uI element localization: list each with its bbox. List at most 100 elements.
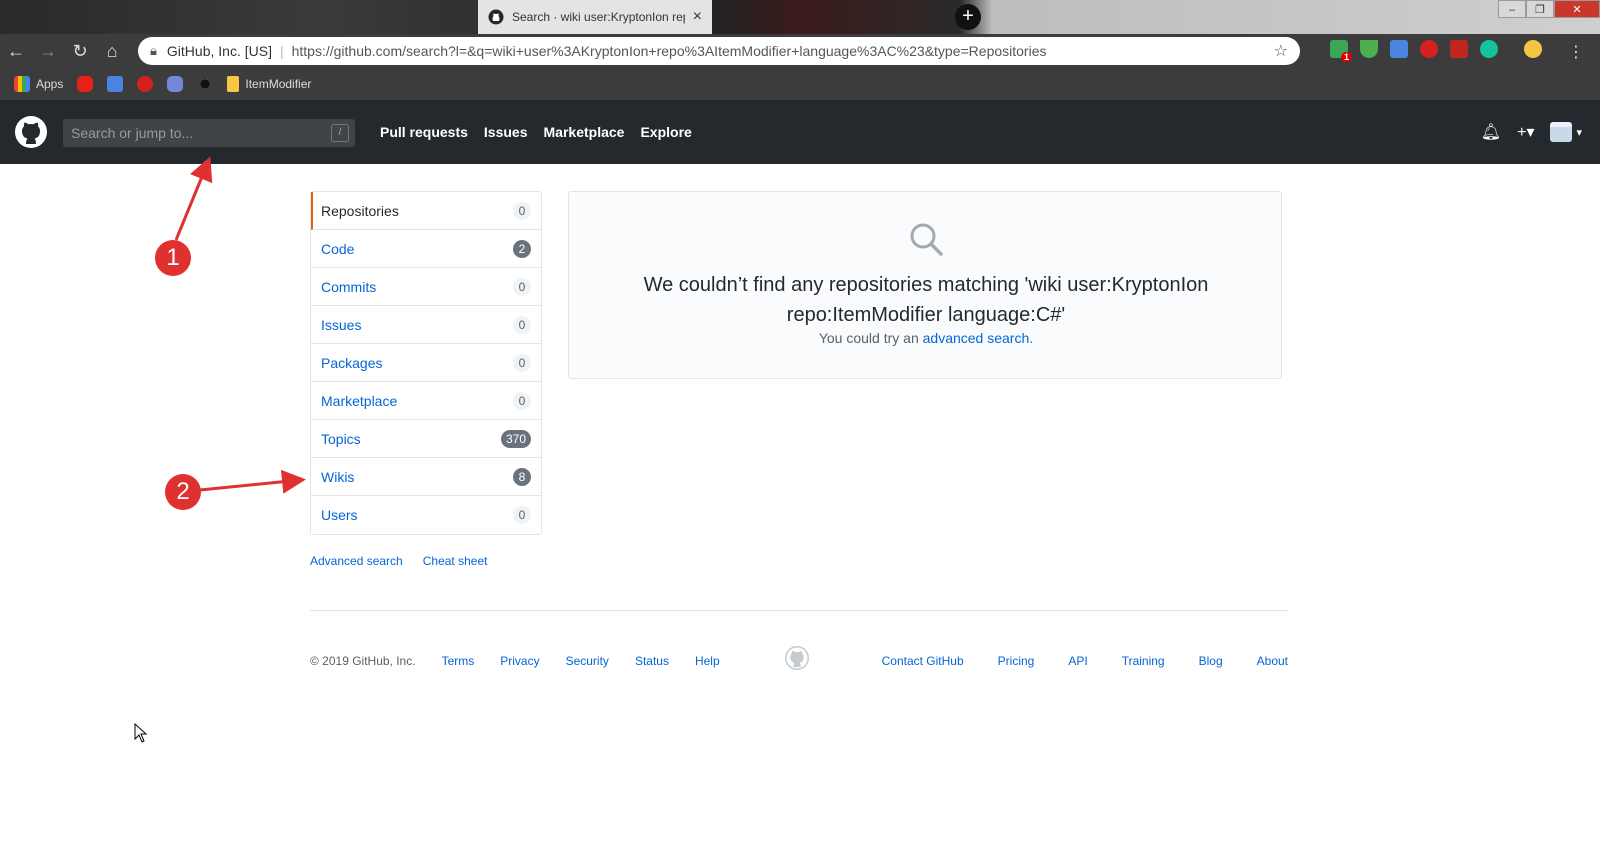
create-new-dropdown[interactable]: +▾ <box>1517 122 1534 142</box>
lock-icon[interactable]: 🔒︎ <box>150 43 157 59</box>
search-input[interactable]: Search or jump to... / <box>63 119 355 147</box>
browser-menu-icon[interactable]: ⋮ <box>1568 42 1584 62</box>
github-header: Search or jump to... / Pull requests Iss… <box>0 100 1600 164</box>
google-translate-extension-icon[interactable] <box>1390 40 1408 58</box>
bookmark-itemmodifier[interactable]: ItemModifier <box>227 76 311 92</box>
mouse-cursor-icon <box>134 723 148 743</box>
address-bar[interactable]: 🔒︎ GitHub, Inc. [US] | https://github.co… <box>138 37 1300 65</box>
extensions-area: 1 <box>1330 40 1542 62</box>
menu-item-label: Packages <box>321 354 383 371</box>
menu-item-count: 0 <box>513 391 531 410</box>
home-icon[interactable]: ⌂ <box>96 41 128 62</box>
nav-explore[interactable]: Explore <box>640 124 691 140</box>
tab-close-icon[interactable]: × <box>693 8 702 26</box>
annotation-badge-2: 2 <box>165 474 201 510</box>
footer-link-training[interactable]: Training <box>1122 654 1165 668</box>
cheat-sheet-link[interactable]: Cheat sheet <box>423 554 488 568</box>
extension-badge: 1 <box>1340 52 1352 62</box>
window-controls: ‒ ❐ ✕ <box>1498 0 1600 20</box>
maximize-button[interactable]: ❐ <box>1526 0 1554 18</box>
footer-link-api[interactable]: API <box>1068 654 1087 668</box>
footer-link-help[interactable]: Help <box>695 654 720 668</box>
reload-icon[interactable]: ↻ <box>64 41 96 62</box>
red-bookmark-extension-icon[interactable] <box>1450 40 1468 58</box>
forward-arrow-icon[interactable]: → <box>32 41 64 62</box>
notifications-bell-icon[interactable]: 🔔︎ <box>1481 122 1501 142</box>
menu-item-label: Commits <box>321 278 377 295</box>
bookmark-label: ItemModifier <box>245 77 312 91</box>
advanced-search-inline-link[interactable]: advanced search <box>923 330 1030 346</box>
grammarly-icon[interactable] <box>1480 40 1498 58</box>
menu-item-users[interactable]: Users 0 <box>311 496 541 534</box>
back-arrow-icon[interactable]: ← <box>0 41 32 62</box>
extension-green-icon[interactable]: 1 <box>1330 40 1352 62</box>
footer-link-contact[interactable]: Contact GitHub <box>882 654 964 668</box>
nav-issues[interactable]: Issues <box>484 124 528 140</box>
site-identity: GitHub, Inc. [US] <box>166 43 272 59</box>
menu-item-issues[interactable]: Issues 0 <box>311 306 541 344</box>
github-footer-logo-icon[interactable] <box>785 646 809 670</box>
footer-left: © 2019 GitHub, Inc. Terms Privacy Securi… <box>310 654 720 668</box>
menu-item-commits[interactable]: Commits 0 <box>311 268 541 306</box>
shield-extension-icon[interactable] <box>1360 40 1378 58</box>
red-extension-icon[interactable] <box>137 76 154 92</box>
menu-item-count: 0 <box>513 277 531 296</box>
annotation-arrow-2 <box>199 469 306 494</box>
search-shortcut-key: / <box>331 124 349 142</box>
menu-item-label: Marketplace <box>321 392 398 409</box>
menu-item-packages[interactable]: Packages 0 <box>311 344 541 382</box>
menu-item-count: 0 <box>513 353 531 372</box>
youtube-icon[interactable] <box>77 76 94 92</box>
google-translate-icon[interactable] <box>107 76 124 92</box>
nav-marketplace[interactable]: Marketplace <box>544 124 625 140</box>
advanced-search-link[interactable]: Advanced search <box>310 554 403 568</box>
no-results-title: We couldn’t find any repositories matchi… <box>643 274 1209 326</box>
bookmark-star-icon[interactable]: ☆ <box>1274 41 1288 61</box>
footer-divider <box>310 610 1288 611</box>
discord-icon[interactable] <box>167 76 184 92</box>
no-results-blankslate: We couldn’t find any repositories matchi… <box>568 191 1282 379</box>
bookmarks-bar: Apps ItemModifier <box>0 68 1600 100</box>
search-type-menu: Repositories 0 Code 2 Commits 0 Issues 0… <box>310 191 542 535</box>
close-window-button[interactable]: ✕ <box>1554 0 1600 18</box>
menu-item-marketplace[interactable]: Marketplace 0 <box>311 382 541 420</box>
header-right: 🔔︎ +▾ ▾ <box>1481 122 1582 142</box>
menu-item-label: Wikis <box>321 468 355 485</box>
url-text[interactable]: https://github.com/search?l=&q=wiki+user… <box>292 43 1274 59</box>
annotation-badge-1: 1 <box>155 240 191 276</box>
avatar <box>1550 122 1573 142</box>
footer-link-status[interactable]: Status <box>635 654 669 668</box>
footer-link-pricing[interactable]: Pricing <box>998 654 1035 668</box>
minimize-button[interactable]: ‒ <box>1498 0 1526 18</box>
browser-tab-active[interactable]: Search · wiki user:KryptonIon rep × <box>478 0 712 34</box>
menu-item-code[interactable]: Code 2 <box>311 230 541 268</box>
profile-emoji-icon[interactable] <box>1524 40 1542 58</box>
github-logo-icon[interactable] <box>15 116 47 148</box>
footer-link-terms[interactable]: Terms <box>442 654 475 668</box>
hint-suffix: . <box>1029 330 1034 346</box>
menu-item-wikis[interactable]: Wikis 8 <box>311 458 541 496</box>
menu-item-label: Topics <box>321 430 361 447</box>
footer-copyright: © 2019 GitHub, Inc. <box>310 654 416 668</box>
footer-link-privacy[interactable]: Privacy <box>500 654 539 668</box>
footer-link-blog[interactable]: Blog <box>1199 654 1223 668</box>
menu-item-count: 0 <box>513 506 531 524</box>
red-extension-icon[interactable] <box>1420 40 1438 58</box>
menu-item-topics[interactable]: Topics 370 <box>311 420 541 458</box>
chevron-down-icon: ▾ <box>1576 126 1582 139</box>
no-results-hint: You could try an advanced search. <box>569 330 1283 346</box>
menu-item-count: 2 <box>513 239 531 258</box>
bookmark-label: Apps <box>36 77 64 91</box>
nav-pull-requests[interactable]: Pull requests <box>380 124 468 140</box>
footer-link-about[interactable]: About <box>1257 654 1288 668</box>
menu-item-count: 0 <box>513 315 531 334</box>
avatar-menu[interactable]: ▾ <box>1550 122 1582 142</box>
footer-link-security[interactable]: Security <box>566 654 609 668</box>
menu-item-repositories[interactable]: Repositories 0 <box>311 192 541 230</box>
new-tab-button[interactable]: + <box>955 4 981 30</box>
annotation-arrow-1 <box>174 156 213 241</box>
bookmark-apps[interactable]: Apps <box>14 76 63 92</box>
folder-icon <box>227 76 240 92</box>
menu-item-label: Code <box>321 240 355 257</box>
github-icon[interactable] <box>197 76 214 92</box>
